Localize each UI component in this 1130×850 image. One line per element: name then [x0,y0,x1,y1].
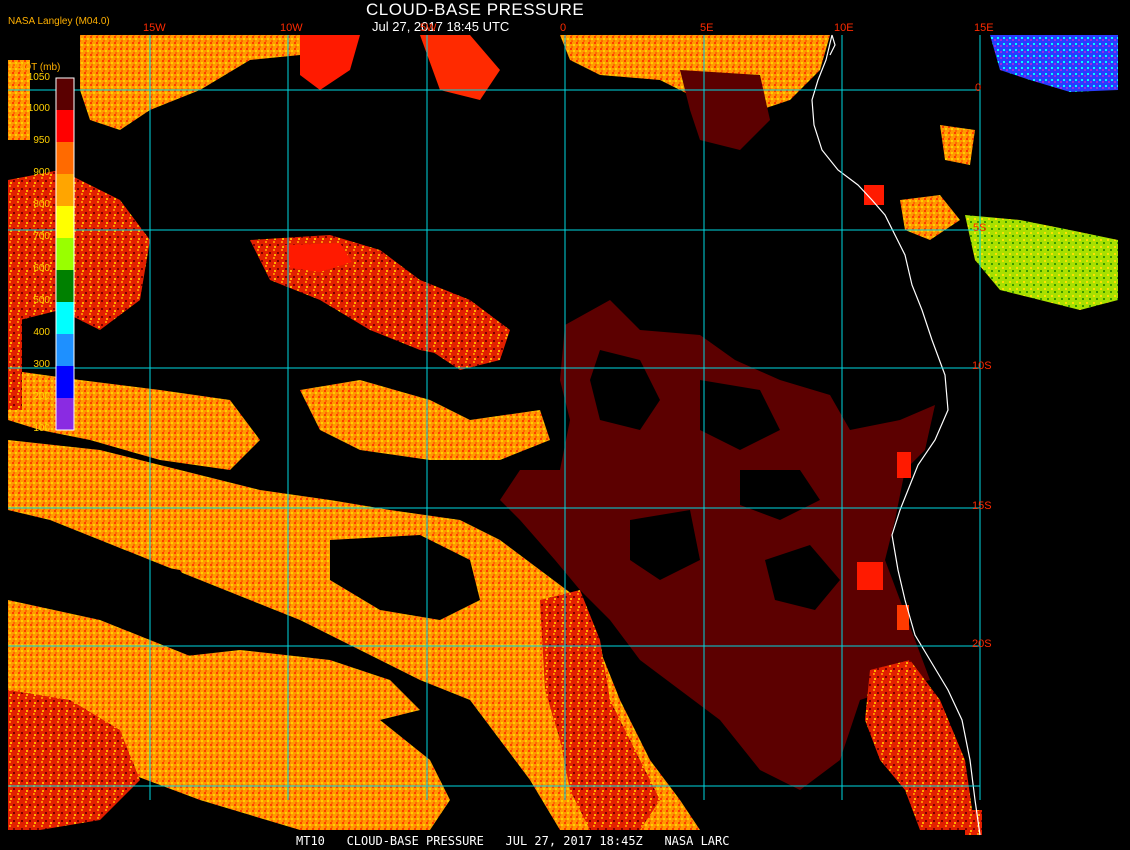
legend-label: 500 [33,295,50,306]
legend-label: 400 [33,327,50,338]
legend-label: 800 [33,199,50,210]
page-title: CLOUD-BASE PRESSURE [366,0,585,19]
longitude-label: 15W [143,22,166,34]
cloud-ne-blue [990,35,1118,92]
legend-label: 100 [33,423,50,434]
legend-swatch [56,398,74,430]
cloud-ne-green [965,215,1118,310]
cloud-top-dark [680,70,770,150]
legend-swatch [56,366,74,398]
longitude-label: 5E [700,22,714,34]
legend-swatch [56,174,74,206]
longitude-label: 10W [280,22,303,34]
cloud-center-scatter [420,300,510,370]
legend-swatch [56,110,74,142]
legend-swatch [56,206,74,238]
legend-label: 300 [33,359,50,370]
legend-label: 950 [33,135,50,146]
latitude-label: 20S [972,638,992,650]
cloud-block [897,452,911,478]
cloud-coastal [865,660,975,830]
longitude-label: 15E [974,22,994,34]
legend-swatch [56,302,74,334]
legend-label: 700 [33,231,50,242]
cloud-west-1 [8,170,150,330]
legend-colorbar [55,77,75,431]
legend-label: 200 [33,391,50,402]
credit-label: NASA Langley (M04.0) [8,16,110,27]
legend-label: 1050 [27,72,50,83]
cloud-field [8,35,1118,835]
legend-swatch [56,270,74,302]
cloud-ne-orange [900,195,960,240]
legend-label: 900 [33,167,50,178]
satellite-image [8,34,1118,836]
legend-label: 600 [33,263,50,274]
cloud-ne-orange2 [940,125,975,165]
longitude-label: 0 [560,22,567,34]
latitude-label: 5S [973,222,987,234]
longitude-label: 10E [834,22,854,34]
cloud-block [857,562,883,590]
cloud-top-red [300,35,360,90]
cloud-base-pressure-map: CLOUD-BASE PRESSURE Jul 27, 2017 18:45 U… [0,0,1130,850]
legend-swatch [56,142,74,174]
legend-swatch [56,238,74,270]
latitude-label: 10S [972,360,992,372]
latitude-label: 0 [975,82,982,94]
legend-label: 1000 [27,103,50,114]
cloud-top-band [80,35,310,130]
legend-swatch [56,334,74,366]
legend-swatch [56,78,74,110]
cloud-mid-2 [300,380,550,460]
longitude-label: 5W [420,22,437,34]
timestamp: Jul 27, 2017 18:45 UTC [372,19,510,34]
latitude-label: 15S [972,500,992,512]
footer-caption: MT10 CLOUD-BASE PRESSURE JUL 27, 2017 18… [296,834,730,848]
